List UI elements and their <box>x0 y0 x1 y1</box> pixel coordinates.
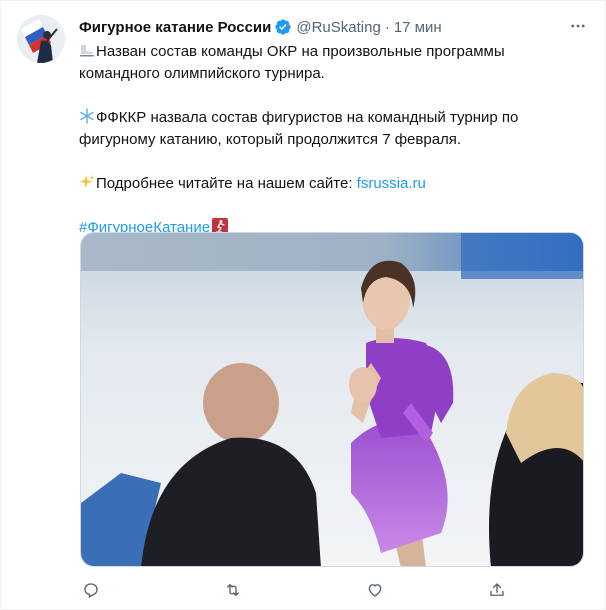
tweet-photo[interactable] <box>80 232 584 567</box>
tweet-line-5: Подробнее читайте на нашем сайте: fsruss… <box>79 173 579 195</box>
tweet-line-2: командного олимпийского турнира. <box>79 65 325 82</box>
reply-icon[interactable] <box>79 578 103 602</box>
tweet-header: Фигурное катание России @RuSkating · 17 … <box>79 16 589 38</box>
tweet-text: Назван состав команды ОКР на произвольны… <box>79 41 579 239</box>
tweet-line-3: ФФККР назвала состав фигуристов на коман… <box>79 107 579 129</box>
tweet-actions <box>79 578 509 602</box>
author-handle[interactable]: @RuSkating <box>296 19 380 36</box>
skate-emoji-icon <box>80 45 94 57</box>
avatar[interactable] <box>17 15 65 63</box>
site-link[interactable]: fsrussia.ru <box>357 175 426 192</box>
tweet-card[interactable]: Фигурное катание России @RuSkating · 17 … <box>0 0 606 610</box>
like-icon[interactable] <box>363 578 387 602</box>
share-icon[interactable] <box>485 578 509 602</box>
tweet-line-1: Назван состав команды ОКР на произвольны… <box>79 41 579 63</box>
snowflake-emoji-icon <box>80 108 94 124</box>
separator-dot: · <box>384 18 390 36</box>
skater-photo <box>81 233 583 566</box>
sparkles-emoji-icon <box>79 175 95 188</box>
verified-badge-icon <box>275 19 292 35</box>
avatar-image <box>17 15 65 63</box>
retweet-icon[interactable] <box>221 578 245 602</box>
tweet-time[interactable]: 17 мин <box>394 19 442 36</box>
more-icon[interactable] <box>567 15 589 37</box>
tweet-line-4: фигурному катанию, который продолжится 7… <box>79 131 462 148</box>
author-name[interactable]: Фигурное катание России <box>79 19 271 36</box>
